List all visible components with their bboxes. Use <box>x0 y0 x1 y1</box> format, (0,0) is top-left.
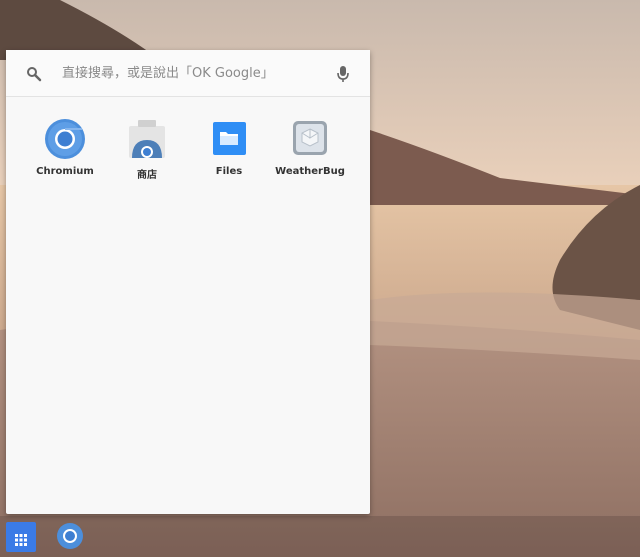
shelf <box>0 516 640 557</box>
app-launcher: Chromium 商店 <box>6 50 370 514</box>
app-tile-chromium[interactable]: Chromium <box>25 118 105 177</box>
app-label-store: 商店 <box>137 170 157 181</box>
launcher-button[interactable] <box>6 522 36 552</box>
weatherbug-icon <box>289 118 331 160</box>
search-input[interactable] <box>62 63 322 83</box>
shelf-chromium-icon[interactable] <box>56 522 84 550</box>
app-tile-files[interactable]: Files <box>189 118 269 177</box>
chromium-icon <box>44 118 86 160</box>
app-label-files: Files <box>215 166 243 177</box>
app-label-chromium: Chromium <box>36 166 94 177</box>
search-bar <box>6 50 370 97</box>
microphone-icon[interactable] <box>336 65 350 83</box>
search-icon[interactable] <box>26 66 42 82</box>
files-icon <box>208 118 250 160</box>
apps-grid-icon <box>15 531 27 546</box>
app-tile-weatherbug[interactable]: WeatherBug <box>270 118 350 177</box>
store-icon <box>126 118 168 160</box>
app-tile-store[interactable]: 商店 <box>107 118 187 181</box>
app-label-weatherbug: WeatherBug <box>275 166 345 177</box>
